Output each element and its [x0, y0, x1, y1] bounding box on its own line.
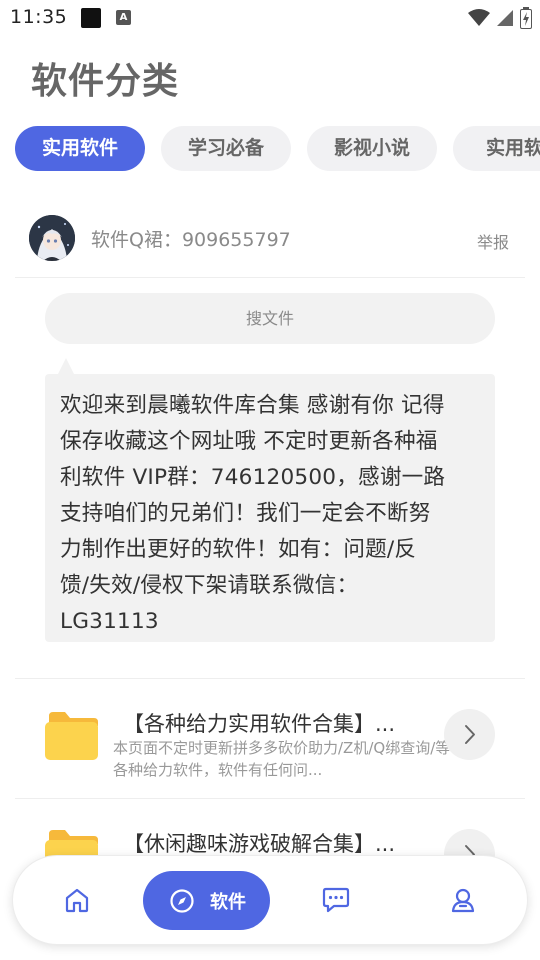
- notice-line: 支持咱们的兄弟们！我们一定会不断努: [60, 501, 431, 526]
- notice-bubble-tail: [58, 358, 74, 374]
- wifi-icon: [468, 9, 490, 26]
- tab-practical-software[interactable]: 实用软件: [15, 126, 145, 171]
- compass-icon: [170, 889, 194, 913]
- tab-video-novel[interactable]: 影视小说: [307, 126, 437, 171]
- notice-line: 欢迎来到晨曦软件库合集 感谢有你 记得: [60, 393, 445, 418]
- chevron-right-icon: [465, 725, 475, 744]
- list-item-title: 【各种给力实用软件合集】...: [123, 712, 396, 736]
- search-input[interactable]: 搜文件: [45, 293, 495, 344]
- home-icon: [65, 888, 89, 913]
- bottom-nav: 软件: [12, 855, 528, 945]
- avatar-image: [29, 215, 75, 261]
- category-tabs: 实用软件 学习必备 影视小说 实用软: [15, 126, 540, 172]
- nav-messages[interactable]: [315, 871, 355, 930]
- list-item-title: 【休闲趣味游戏破解合集】...: [123, 832, 396, 856]
- nav-software-label: 软件: [210, 892, 246, 913]
- notice-line: 利软件 VIP群：746120500，感谢一路: [60, 465, 446, 490]
- nav-profile[interactable]: [443, 871, 483, 930]
- divider: [15, 798, 525, 799]
- folder-icon: [45, 712, 98, 760]
- chat-icon: [322, 887, 350, 913]
- status-time: 11:35: [10, 6, 68, 28]
- nav-software[interactable]: 软件: [143, 871, 270, 930]
- system-icons: [468, 7, 532, 29]
- author-name: 软件Q裙：909655797: [91, 229, 291, 251]
- tab-practical-software-2[interactable]: 实用软: [453, 126, 540, 171]
- user-icon: [451, 888, 475, 913]
- notice-line: LG31113: [60, 609, 159, 634]
- notice-line: 力制作出更好的软件！如有：问题/反: [60, 537, 417, 562]
- battery-icon: [520, 7, 532, 29]
- report-link[interactable]: 举报: [477, 229, 509, 253]
- nav-home[interactable]: [57, 871, 97, 930]
- divider: [15, 678, 525, 679]
- avatar[interactable]: [29, 215, 75, 261]
- page-title: 软件分类: [31, 61, 180, 102]
- list-item[interactable]: 【各种给力实用软件合集】... 本页面不定时更新拼多多砍价助力/Z机/Q绑查询/…: [15, 688, 525, 798]
- font-notification-icon: A: [116, 10, 131, 25]
- tab-study-essentials[interactable]: 学习必备: [161, 126, 291, 171]
- signal-icon: [497, 10, 513, 26]
- notice-message: 欢迎来到晨曦软件库合集 感谢有你 记得 保存收藏这个网址哦 不定时更新各种福 利…: [45, 374, 495, 642]
- status-bar: 11:35 A: [0, 0, 540, 36]
- notice-line: 馈/失效/侵权下架请联系微信：: [60, 573, 359, 598]
- author-row: 软件Q裙：909655797 举报: [15, 212, 525, 278]
- notification-icon: [81, 8, 101, 28]
- list-item-description: 本页面不定时更新拼多多砍价助力/Z机/Q绑查询/等各种给力软件，软件有任何问..…: [113, 739, 451, 779]
- open-item-button[interactable]: [444, 709, 495, 760]
- notice-line: 保存收藏这个网址哦 不定时更新各种福: [60, 429, 438, 454]
